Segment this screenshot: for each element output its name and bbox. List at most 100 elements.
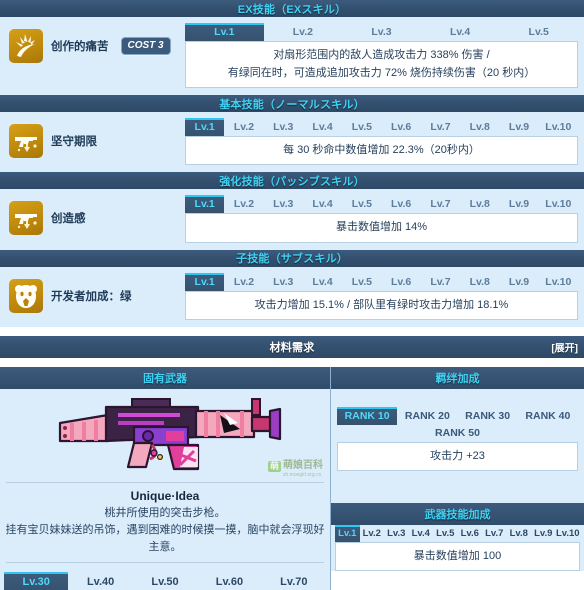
level-tab-normal-4[interactable]: Lv.4	[303, 118, 342, 136]
section-header-sub: 子技能（サブスキル）	[0, 249, 584, 267]
column-header-weapon: 固有武器	[0, 366, 330, 389]
level-tab-passive-7[interactable]: Lv.7	[421, 195, 460, 213]
level-tab-sub-1[interactable]: Lv.1	[185, 272, 225, 291]
weapon-skill-tab-7[interactable]: Lv.7	[482, 525, 507, 542]
bond-bonus-value: 攻击力 +23	[337, 441, 578, 471]
level-tab-sub-2[interactable]: Lv.2	[224, 273, 263, 291]
weapon-desc-line1: 桃井所使用的突击步枪。	[104, 506, 226, 519]
level-tab-passive-10[interactable]: Lv.10	[539, 195, 578, 213]
material-expand-toggle[interactable]: [展开]	[551, 339, 578, 354]
weapon-skill-tab-10[interactable]: Lv.10	[556, 525, 581, 542]
level-tab-sub-10[interactable]: Lv.10	[539, 273, 578, 291]
skill-identity-normal: 坚守期限	[9, 118, 185, 159]
section-title-ex: EX技能（EXスキル）	[237, 3, 347, 16]
level-tab-passive-3[interactable]: Lv.3	[264, 195, 303, 213]
level-tab-sub-7[interactable]: Lv.7	[421, 273, 460, 291]
level-tab-normal-8[interactable]: Lv.8	[460, 118, 499, 136]
level-tab-ex-3[interactable]: Lv.3	[342, 23, 421, 41]
column-title-weapon-skill: 武器技能加成	[424, 508, 491, 521]
section-title-normal: 基本技能（ノーマルスキル）	[219, 98, 365, 111]
section-header-ex: EX技能（EXスキル）	[0, 0, 584, 17]
section-title-material: 材料需求	[269, 341, 315, 354]
weapon-skill-tab-8[interactable]: Lv.8	[507, 525, 532, 542]
weapon-level-tab-70[interactable]: Lv.70	[262, 572, 326, 590]
bond-column-body: RANK 10 RANK 20 RANK 30 RANK 40 RANK 50 …	[331, 388, 584, 571]
pistol-up-icon	[9, 201, 43, 236]
watermark-badge: 萌	[267, 460, 281, 472]
weapon-skill-tab-2[interactable]: Lv.2	[360, 525, 385, 542]
watermark-subtext: zh.moegirl.org.cn	[283, 471, 322, 478]
level-tab-ex-4[interactable]: Lv.4	[421, 23, 500, 41]
level-tab-passive-4[interactable]: Lv.4	[303, 195, 342, 213]
bond-rank-tab-50[interactable]: RANK 50	[425, 425, 490, 442]
weapon-skill-level-tabs: Lv.1 Lv.2 Lv.3 Lv.4 Lv.5 Lv.6 Lv.7 Lv.8 …	[335, 524, 581, 542]
bottom-columns: 固有武器 萌 萌娘百科 zh.moegirl.org.cn Unique·Ide…	[0, 366, 584, 590]
skill-name-ex: 创作的痛苦	[51, 41, 109, 53]
level-tab-passive-9[interactable]: Lv.9	[499, 195, 538, 213]
level-tab-sub-8[interactable]: Lv.8	[460, 273, 499, 291]
bond-rank-tab-40[interactable]: RANK 40	[518, 407, 578, 425]
section-header-normal: 基本技能（ノーマルスキル）	[0, 95, 584, 113]
column-title-weapon: 固有武器	[143, 372, 187, 385]
skill-description-passive: 暴击数值增加 14%	[185, 213, 578, 243]
level-tab-normal-9[interactable]: Lv.9	[499, 118, 538, 136]
weapon-level-tab-60[interactable]: Lv.60	[197, 572, 261, 590]
level-tab-sub-3[interactable]: Lv.3	[264, 273, 303, 291]
skill-levels-sub: Lv.1 Lv.2 Lv.3 Lv.4 Lv.5 Lv.6 Lv.7 Lv.8 …	[185, 272, 578, 320]
skill-description-passive-line1: 暴击数值增加 14%	[335, 221, 428, 234]
level-tab-sub-6[interactable]: Lv.6	[381, 273, 420, 291]
level-tab-normal-3[interactable]: Lv.3	[264, 118, 303, 136]
level-tab-normal-5[interactable]: Lv.5	[342, 118, 381, 136]
level-tab-normal-7[interactable]: Lv.7	[421, 118, 460, 136]
weapon-level-area: Lv.30 Lv.40 Lv.50 Lv.60 Lv.70 攻击力 +305，体…	[0, 571, 330, 590]
level-tab-normal-2[interactable]: Lv.2	[224, 118, 263, 136]
level-tab-normal-6[interactable]: Lv.6	[381, 118, 420, 136]
bond-rank-tabs-row1: RANK 10 RANK 20 RANK 30 RANK 40	[337, 406, 578, 425]
skill-description-normal: 每 30 秒命中数值增加 22.3%（20秒内）	[185, 136, 578, 166]
bond-rank-tab-10[interactable]: RANK 10	[337, 406, 398, 425]
weapon-name: Unique·Idea	[130, 488, 200, 503]
section-header-material[interactable]: 材料需求 [展开]	[0, 335, 584, 358]
skill-name-normal: 坚守期限	[51, 136, 97, 149]
level-tab-sub-5[interactable]: Lv.5	[342, 273, 381, 291]
bond-rank-tab-30[interactable]: RANK 30	[458, 407, 518, 425]
weapon-skill-tab-4[interactable]: Lv.4	[409, 525, 434, 542]
weapon-level-tab-50[interactable]: Lv.50	[133, 572, 197, 590]
bear-head-icon	[9, 278, 43, 313]
watermark-text: 萌娘百科	[283, 459, 323, 471]
level-tab-passive-8[interactable]: Lv.8	[460, 195, 499, 213]
weapon-desc-line2: 挂有宝贝妹妹送的吊饰，遇到困难的时候摸一摸，脑中就会浮现好主意。	[5, 523, 325, 553]
bond-rank-tabs-row2: RANK 50	[337, 425, 578, 442]
weapon-level-tab-40[interactable]: Lv.40	[68, 572, 132, 590]
level-tab-ex-2[interactable]: Lv.2	[264, 23, 343, 41]
level-tabs-sub: Lv.1 Lv.2 Lv.3 Lv.4 Lv.5 Lv.6 Lv.7 Lv.8 …	[185, 272, 578, 291]
weapon-skill-tab-5[interactable]: Lv.5	[433, 525, 458, 542]
weapon-level-tabs: Lv.30 Lv.40 Lv.50 Lv.60 Lv.70	[4, 571, 326, 590]
weapon-skill-tab-3[interactable]: Lv.3	[384, 525, 409, 542]
level-tab-passive-1[interactable]: Lv.1	[185, 195, 225, 214]
bond-rank-tab-20[interactable]: RANK 20	[397, 407, 457, 425]
skill-cost-badge: COST 3	[120, 37, 171, 55]
level-tab-passive-5[interactable]: Lv.5	[342, 195, 381, 213]
level-tab-ex-1[interactable]: Lv.1	[185, 23, 264, 41]
level-tab-normal-1[interactable]: Lv.1	[185, 118, 225, 137]
skill-levels-passive: Lv.1 Lv.2 Lv.3 Lv.4 Lv.5 Lv.6 Lv.7 Lv.8 …	[185, 195, 578, 243]
pistol-up-icon	[9, 124, 43, 159]
weapon-skill-tab-6[interactable]: Lv.6	[458, 525, 483, 542]
skill-description-ex-line1: 对扇形范围内的敌人造成攻击力 338% 伤害 /	[273, 49, 490, 61]
weapon-skill-tab-1[interactable]: Lv.1	[335, 524, 360, 542]
weapon-skill-tab-9[interactable]: Lv.9	[531, 525, 556, 542]
skill-row-ex: 创作的痛苦 COST 3 Lv.1 Lv.2 Lv.3 Lv.4 Lv.5 对扇…	[0, 17, 584, 96]
level-tab-passive-2[interactable]: Lv.2	[224, 195, 263, 213]
skill-description-normal-line1: 每 30 秒命中数值增加 22.3%（20秒内）	[283, 144, 480, 157]
weapon-level-tab-30[interactable]: Lv.30	[4, 571, 69, 590]
level-tab-ex-5[interactable]: Lv.5	[499, 23, 578, 41]
level-tab-passive-6[interactable]: Lv.6	[381, 195, 420, 213]
skill-row-passive: 创造感 Lv.1 Lv.2 Lv.3 Lv.4 Lv.5 Lv.6 Lv.7 L…	[0, 189, 584, 250]
level-tab-normal-10[interactable]: Lv.10	[539, 118, 578, 136]
skill-description-ex: 对扇形范围内的敌人造成攻击力 338% 伤害 / 有绿同在时，可造成追加攻击力 …	[185, 41, 578, 89]
unique-weapon-column: 固有武器 萌 萌娘百科 zh.moegirl.org.cn Unique·Ide…	[0, 366, 330, 590]
level-tabs-ex: Lv.1 Lv.2 Lv.3 Lv.4 Lv.5	[185, 23, 578, 41]
level-tab-sub-4[interactable]: Lv.4	[303, 273, 342, 291]
level-tab-sub-9[interactable]: Lv.9	[499, 273, 538, 291]
